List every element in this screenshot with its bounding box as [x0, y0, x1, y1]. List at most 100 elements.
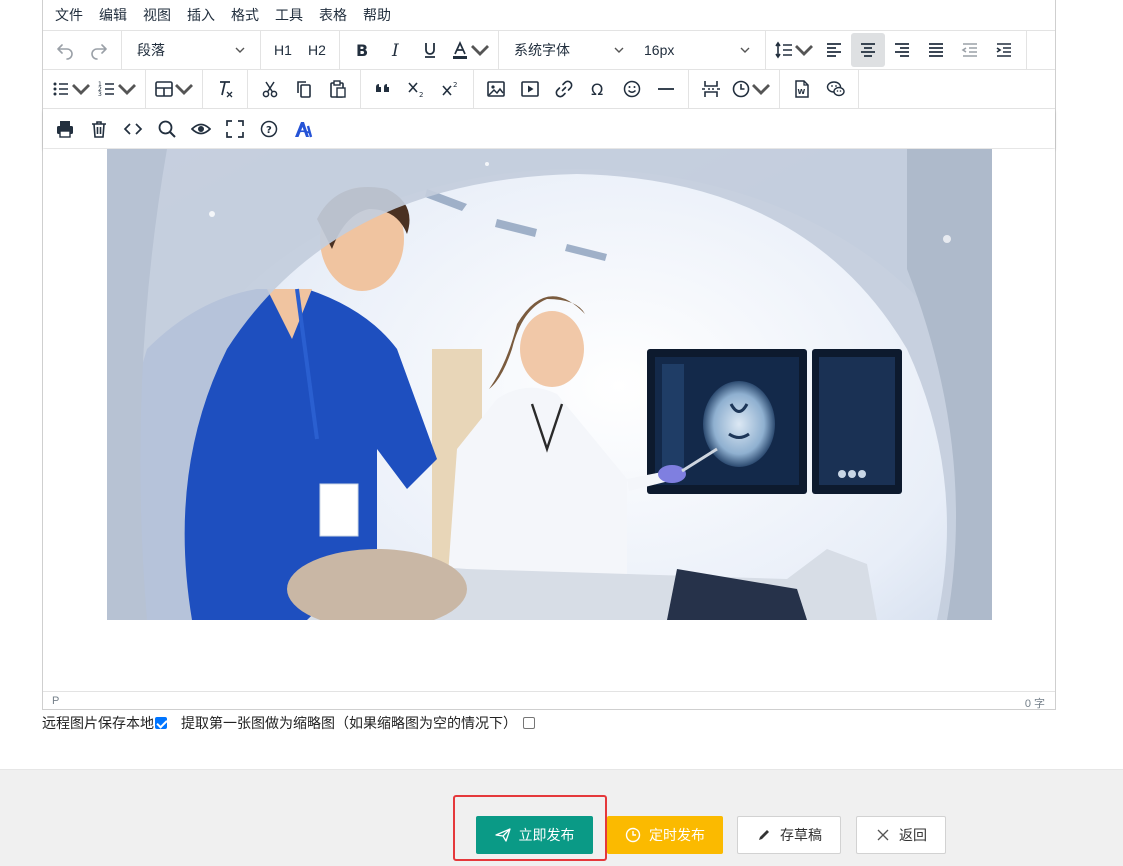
fullscreen-button[interactable]: [218, 112, 252, 146]
save-remote-images-checkbox[interactable]: [155, 717, 167, 729]
align-justify-button[interactable]: [919, 33, 953, 67]
horizontal-rule-button[interactable]: [649, 72, 683, 106]
superscript-button[interactable]: 2: [434, 72, 468, 106]
preview-button[interactable]: [184, 112, 218, 146]
insert-group: Ω: [474, 70, 689, 108]
table-button[interactable]: [151, 72, 197, 106]
back-label: 返回: [899, 827, 927, 843]
cut-button[interactable]: [253, 72, 287, 106]
clipboard-group: [248, 70, 361, 108]
menu-view[interactable]: 视图: [143, 5, 171, 25]
line-height-icon: [775, 41, 792, 59]
back-button[interactable]: 返回: [856, 816, 946, 854]
save-remote-images-label: 远程图片保存本地: [42, 715, 154, 731]
page-break-icon: [702, 81, 720, 97]
import-word-icon: W: [795, 80, 809, 98]
delete-button[interactable]: [82, 112, 116, 146]
h2-button[interactable]: H2: [300, 33, 334, 67]
toolbar-row-1: 段落 H1 H2 B I 系统字体 16px: [43, 31, 1055, 70]
history-group: [43, 31, 122, 69]
content-image[interactable]: [107, 149, 992, 620]
indent-button[interactable]: [987, 33, 1021, 67]
cut-icon: [262, 81, 278, 98]
search-button[interactable]: [150, 112, 184, 146]
block-format-select[interactable]: 段落: [127, 33, 255, 67]
italic-button[interactable]: I: [379, 33, 413, 67]
bullet-list-button[interactable]: [48, 72, 94, 106]
align-right-button[interactable]: [885, 33, 919, 67]
source-code-button[interactable]: [116, 112, 150, 146]
image-button[interactable]: [479, 72, 513, 106]
indent-icon: [996, 43, 1011, 57]
menu-edit[interactable]: 编辑: [99, 5, 127, 25]
menu-table[interactable]: 表格: [319, 5, 347, 25]
bold-button[interactable]: B: [345, 33, 379, 67]
special-char-button[interactable]: Ω: [581, 72, 615, 106]
ct-scan-photo: [107, 149, 992, 620]
fullscreen-icon: [226, 119, 244, 138]
chevron-down-icon: [175, 84, 193, 95]
copy-button[interactable]: [287, 72, 321, 106]
clear-format-icon: [220, 81, 233, 98]
help-button[interactable]: ?: [252, 112, 286, 146]
media-icon: [521, 81, 539, 97]
wechat-button[interactable]: [819, 72, 853, 106]
emoticon-button[interactable]: [615, 72, 649, 106]
undo-button[interactable]: [48, 33, 82, 67]
datetime-button[interactable]: [728, 72, 774, 106]
paragraph-group: [766, 31, 1027, 69]
redo-button[interactable]: [82, 33, 116, 67]
svg-text:B: B: [356, 41, 368, 60]
svg-text:2: 2: [419, 91, 423, 99]
menu-insert[interactable]: 插入: [187, 5, 215, 25]
svg-text:W: W: [798, 88, 806, 96]
font-size-select[interactable]: 16px: [634, 33, 760, 67]
blockquote-button[interactable]: [366, 72, 400, 106]
print-button[interactable]: [48, 112, 82, 146]
subscript-icon: 2: [408, 82, 423, 99]
h1-button[interactable]: H1: [266, 33, 300, 67]
media-button[interactable]: [513, 72, 547, 106]
line-height-button[interactable]: [771, 33, 817, 67]
align-left-icon: [827, 43, 841, 57]
numbered-list-icon: 123: [98, 81, 114, 98]
chevron-down-icon: [795, 45, 813, 56]
pencil-icon: [759, 830, 769, 840]
svg-text:3: 3: [98, 91, 102, 98]
page-break-button[interactable]: [694, 72, 728, 106]
menu-format[interactable]: 格式: [231, 5, 259, 25]
clock-icon: [625, 827, 641, 843]
menu-tools[interactable]: 工具: [275, 5, 303, 25]
status-bar: P 0 字: [43, 691, 1055, 710]
scheduled-publish-button[interactable]: 定时发布: [607, 816, 723, 854]
divider: [0, 760, 1123, 770]
scheduled-publish-label: 定时发布: [649, 827, 705, 843]
preview-icon: [191, 123, 211, 134]
font-family-select[interactable]: 系统字体: [504, 33, 634, 67]
underline-button[interactable]: [413, 33, 447, 67]
block-format-group: 段落: [122, 31, 261, 69]
link-button[interactable]: [547, 72, 581, 106]
list-group: 123: [43, 70, 146, 108]
align-justify-icon: [929, 43, 943, 57]
chevron-down-icon: [752, 84, 770, 95]
menu-help[interactable]: 帮助: [363, 5, 391, 25]
font-color-button[interactable]: [447, 33, 493, 67]
paste-button[interactable]: [321, 72, 355, 106]
align-center-button[interactable]: [851, 33, 885, 67]
bullet-list-icon: [53, 82, 68, 96]
outdent-button[interactable]: [953, 33, 987, 67]
ai-button[interactable]: [286, 112, 320, 146]
subscript-button[interactable]: 2: [400, 72, 434, 106]
element-path[interactable]: P: [52, 695, 59, 707]
clear-format-button[interactable]: [208, 72, 242, 106]
emoticon-icon: [623, 80, 641, 98]
menu-file[interactable]: 文件: [55, 5, 83, 25]
save-draft-button[interactable]: 存草稿: [737, 816, 841, 854]
align-left-button[interactable]: [817, 33, 851, 67]
extract-thumbnail-label: 提取第一张图做为缩略图（如果缩略图为空的情况下）: [181, 715, 517, 731]
editor-content[interactable]: [43, 149, 1055, 691]
import-word-button[interactable]: W: [785, 72, 819, 106]
extract-thumbnail-checkbox[interactable]: [523, 717, 535, 729]
numbered-list-button[interactable]: 123: [94, 72, 140, 106]
